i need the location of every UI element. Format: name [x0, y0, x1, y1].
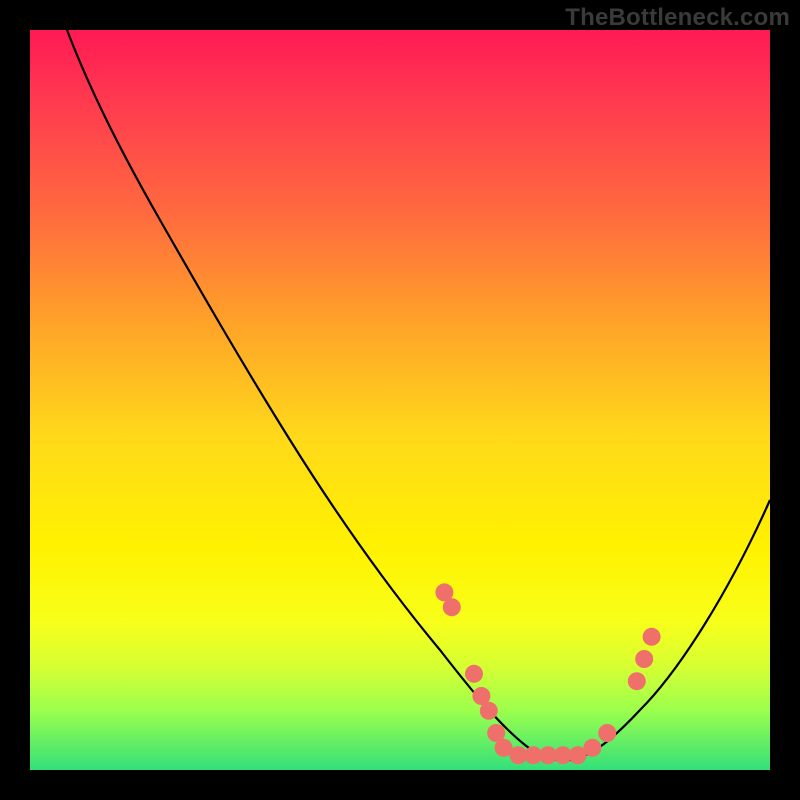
data-point [628, 672, 646, 690]
data-point [480, 702, 498, 720]
watermark-text: TheBottleneck.com [565, 4, 790, 32]
bottleneck-curve [67, 30, 770, 760]
data-point [443, 598, 461, 616]
chart-plot [30, 30, 770, 770]
data-point [635, 650, 653, 668]
data-point [598, 724, 616, 742]
data-point [465, 665, 483, 683]
data-points [435, 583, 660, 764]
data-point [583, 739, 601, 757]
data-point [643, 628, 661, 646]
